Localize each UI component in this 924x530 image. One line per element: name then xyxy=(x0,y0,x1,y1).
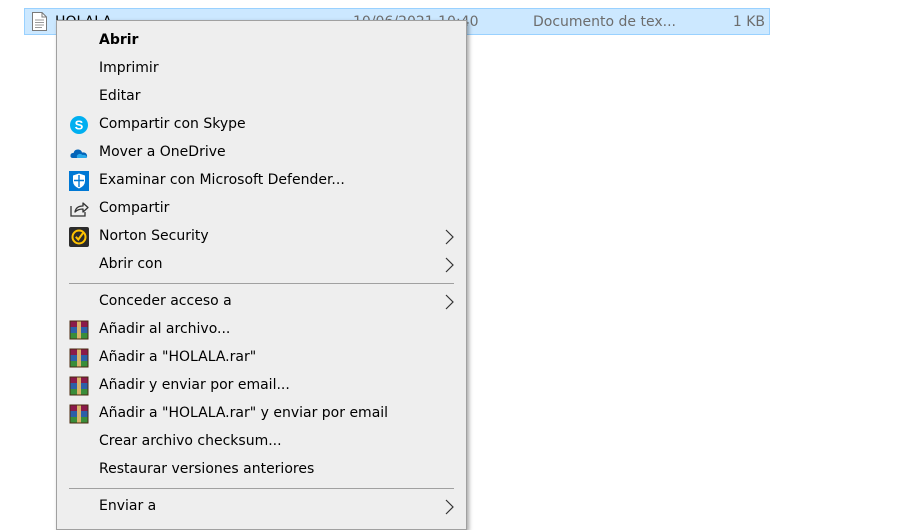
menu-item-crear-checksum[interactable]: Crear archivo checksum... xyxy=(57,428,466,456)
menu-item-label: Imprimir xyxy=(99,60,159,76)
defender-shield-icon xyxy=(69,171,89,191)
svg-text:S: S xyxy=(75,118,84,133)
menu-item-restaurar-versiones[interactable]: Restaurar versiones anteriores xyxy=(57,456,466,484)
menu-item-compartir-skype[interactable]: S Compartir con Skype xyxy=(57,111,466,139)
menu-item-label: Editar xyxy=(99,88,141,104)
onedrive-icon xyxy=(69,143,89,163)
menu-item-editar[interactable]: Editar xyxy=(57,83,466,111)
skype-icon: S xyxy=(69,115,89,135)
menu-separator xyxy=(69,488,454,489)
menu-item-imprimir[interactable]: Imprimir xyxy=(57,55,466,83)
menu-item-compartir[interactable]: Compartir xyxy=(57,195,466,223)
menu-item-label: Añadir a "HOLALA.rar" y enviar por email xyxy=(99,405,389,421)
menu-item-examinar-defender[interactable]: Examinar con Microsoft Defender... xyxy=(57,167,466,195)
winrar-icon xyxy=(69,320,89,340)
menu-item-label: Compartir con Skype xyxy=(99,116,246,132)
menu-item-label: Norton Security xyxy=(99,228,209,244)
menu-item-label: Añadir a "HOLALA.rar" xyxy=(99,349,257,365)
menu-item-label: Compartir xyxy=(99,200,170,216)
file-size: 1 KB xyxy=(732,14,765,30)
chevron-right-icon xyxy=(444,294,454,310)
menu-item-anadir-holala-rar[interactable]: Añadir a "HOLALA.rar" xyxy=(57,344,466,372)
menu-item-label: Abrir con xyxy=(99,256,163,272)
norton-icon xyxy=(69,227,89,247)
chevron-right-icon xyxy=(444,229,454,245)
menu-item-anadir-holala-rar-email[interactable]: Añadir a "HOLALA.rar" y enviar por email xyxy=(57,400,466,428)
menu-separator xyxy=(69,283,454,284)
winrar-icon xyxy=(69,376,89,396)
menu-item-anadir-enviar-email[interactable]: Añadir y enviar por email... xyxy=(57,372,466,400)
menu-item-abrir[interactable]: Abrir xyxy=(57,27,466,55)
share-icon xyxy=(69,199,89,219)
text-file-icon xyxy=(32,12,47,31)
chevron-right-icon xyxy=(444,257,454,273)
menu-item-label: Añadir y enviar por email... xyxy=(99,377,290,393)
menu-item-label: Crear archivo checksum... xyxy=(99,433,282,449)
chevron-right-icon xyxy=(444,499,454,515)
menu-item-norton-security[interactable]: Norton Security xyxy=(57,223,466,251)
menu-item-abrir-con[interactable]: Abrir con xyxy=(57,251,466,279)
menu-item-mover-onedrive[interactable]: Mover a OneDrive xyxy=(57,139,466,167)
menu-item-conceder-acceso[interactable]: Conceder acceso a xyxy=(57,288,466,316)
menu-item-anadir-archivo[interactable]: Añadir al archivo... xyxy=(57,316,466,344)
menu-item-label: Conceder acceso a xyxy=(99,293,232,309)
menu-item-enviar-a[interactable]: Enviar a xyxy=(57,493,466,521)
menu-item-label: Restaurar versiones anteriores xyxy=(99,461,315,477)
context-menu: Abrir Imprimir Editar S Compartir con Sk… xyxy=(56,20,467,530)
file-type: Documento de tex... xyxy=(533,14,676,30)
winrar-icon xyxy=(69,404,89,424)
menu-item-label: Añadir al archivo... xyxy=(99,321,231,337)
menu-item-label: Abrir xyxy=(99,32,139,48)
winrar-icon xyxy=(69,348,89,368)
menu-item-label: Mover a OneDrive xyxy=(99,144,226,160)
menu-item-label: Examinar con Microsoft Defender... xyxy=(99,172,345,188)
